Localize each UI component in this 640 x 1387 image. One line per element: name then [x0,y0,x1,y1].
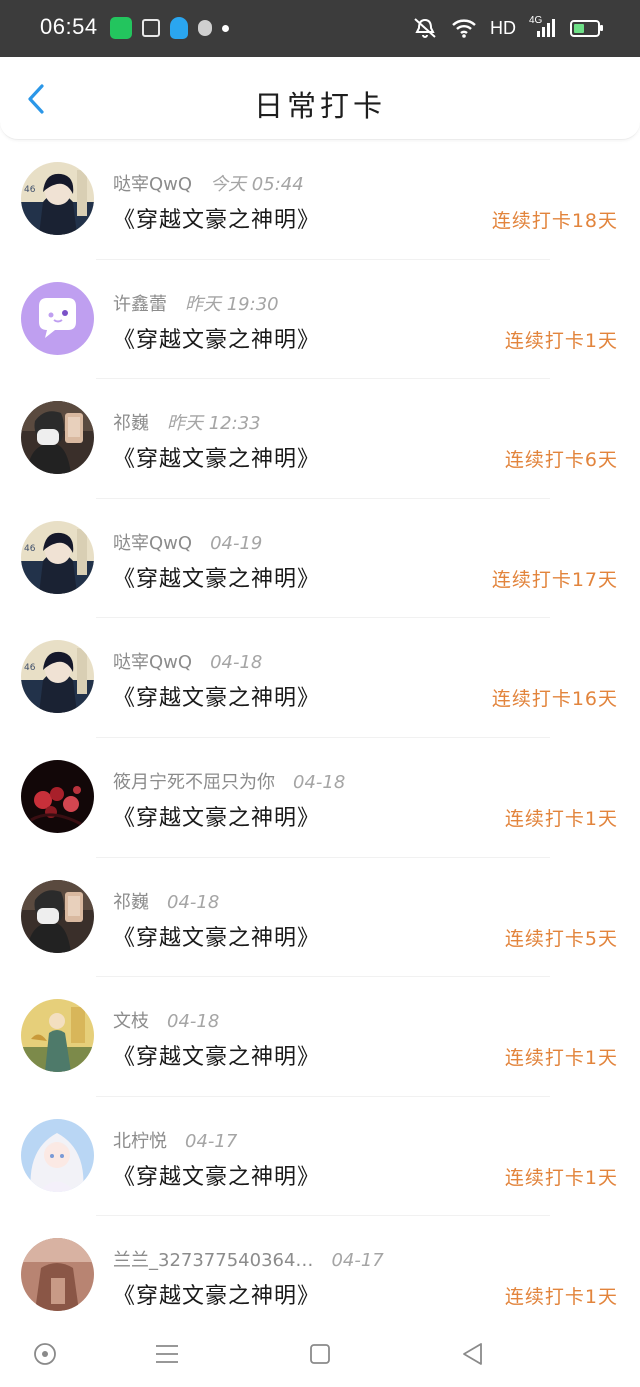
list-item[interactable]: 46 哒宰QwQ 04-19 《穿越文豪之神明》 连续打卡17天 [0,499,640,619]
streak-label: 连续打卡16天 [491,688,618,711]
book-title[interactable]: 《穿越文豪之神明》 [113,202,320,234]
status-bar: 06:54 HD 4G [0,0,640,57]
streak-label: 连续打卡1天 [504,1047,618,1070]
app-notification-icon-3 [198,20,212,36]
menu-button[interactable] [149,1336,185,1372]
book-title[interactable]: 《穿越文豪之神明》 [113,680,320,712]
user-name[interactable]: 文枝 [113,1011,149,1032]
book-title[interactable]: 《穿越文豪之神明》 [113,1039,320,1071]
avatar[interactable] [21,1238,94,1312]
wifi-icon [452,19,476,38]
list-item[interactable]: 祁巍 04-18 《穿越文豪之神明》 连续打卡5天 [0,858,640,978]
app-notification-icon-2 [142,19,160,37]
checkin-time: 04-18 [167,891,220,913]
streak-label: 连续打卡17天 [491,568,618,591]
assistant-button[interactable] [27,1336,63,1372]
svg-text:46: 46 [24,185,36,195]
streak-label: 连续打卡1天 [504,807,618,830]
list-item[interactable]: 46 哒宰QwQ 04-18 《穿越文豪之神明》 连续打卡16天 [0,618,640,738]
user-line: 文枝 04-18 [113,1007,219,1033]
avatar[interactable] [21,281,94,355]
user-line: 祁巍 04-18 [113,888,219,914]
user-name[interactable]: 许鑫蕾 [113,294,167,315]
book-title[interactable]: 《穿越文豪之神明》 [113,322,320,354]
book-title[interactable]: 《穿越文豪之神明》 [113,1278,320,1310]
avatar[interactable] [21,759,94,833]
notification-icons [110,16,229,40]
avatar[interactable] [21,1118,94,1192]
silent-bell-icon [414,18,436,38]
qq-icon [170,17,188,39]
avatar[interactable]: 46 [21,640,94,714]
user-line: 哒宰QwQ 04-18 [113,648,262,674]
app-notification-icon [110,17,132,39]
user-line: 哒宰QwQ 04-19 [113,529,262,555]
battery-icon [570,19,603,37]
checkin-time: 04-17 [331,1250,384,1272]
list-item[interactable]: 46 哒宰QwQ 今天 05:44 《穿越文豪之神明》 连续打卡18天 [0,140,640,260]
checkin-time: 04-19 [210,532,263,554]
list-item[interactable]: 北柠悦 04-17 《穿越文豪之神明》 连续打卡1天 [0,1097,640,1217]
book-title[interactable]: 《穿越文豪之神明》 [113,800,320,832]
menu-icon [156,1345,178,1363]
user-line: 筱月宁死不屈只为你 04-18 [113,768,345,794]
user-line: 兰兰_327377540364… 04-17 [113,1246,384,1272]
list-item[interactable]: 许鑫蕾 昨天 19:30 《穿越文豪之神明》 连续打卡1天 [0,260,640,380]
streak-label: 连续打卡1天 [504,1286,618,1309]
signal-icon: 4G [529,15,557,39]
book-title[interactable]: 《穿越文豪之神明》 [113,561,320,593]
svg-text:46: 46 [24,663,36,673]
list-item[interactable]: 兰兰_327377540364… 04-17 《穿越文豪之神明》 连续打卡1天 [0,1216,640,1336]
user-name[interactable]: 筱月宁死不屈只为你 [113,772,275,793]
status-time: 06:54 [40,14,98,39]
book-title[interactable]: 《穿越文豪之神明》 [113,920,320,952]
avatar[interactable]: 46 [21,162,94,235]
checkin-time: 昨天 19:30 [185,293,279,315]
app-header: 日常打卡 [0,57,640,140]
circle-dot-icon [34,1343,56,1365]
avatar[interactable] [21,999,94,1073]
list-item[interactable]: 祁巍 昨天 12:33 《穿越文豪之神明》 连续打卡6天 [0,379,640,499]
user-name[interactable]: 哒宰QwQ [113,533,192,554]
more-notifications-dot [222,24,229,32]
streak-label: 连续打卡5天 [504,927,618,950]
checkin-time: 04-17 [185,1130,238,1152]
checkin-list: 46 哒宰QwQ 今天 05:44 《穿越文豪之神明》 连续打卡18天许鑫蕾 昨天 19:… [0,140,640,1336]
user-line: 哒宰QwQ 今天 05:44 [113,170,304,196]
triangle-back-icon [463,1343,482,1365]
square-icon [310,1344,330,1364]
home-button[interactable] [302,1336,338,1372]
checkin-time: 04-18 [293,771,346,793]
page-title: 日常打卡 [253,89,386,123]
user-name[interactable]: 兰兰_327377540364… [113,1250,313,1271]
user-name[interactable]: 哒宰QwQ [113,174,192,195]
user-line: 北柠悦 04-17 [113,1127,237,1153]
system-icons: HD 4G [412,15,603,41]
user-line: 许鑫蕾 昨天 19:30 [113,290,279,316]
streak-label: 连续打卡6天 [504,449,618,472]
back-nav-button[interactable] [454,1336,490,1372]
streak-label: 连续打卡18天 [491,210,618,232]
svg-text:46: 46 [24,544,36,554]
hd-label: HD [490,17,516,38]
user-line: 祁巍 昨天 12:33 [113,409,261,435]
avatar[interactable] [21,401,94,475]
list-item[interactable]: 文枝 04-18 《穿越文豪之神明》 连续打卡1天 [0,977,640,1097]
user-name[interactable]: 祁巍 [113,892,149,913]
streak-label: 连续打卡1天 [504,329,618,352]
book-title[interactable]: 《穿越文豪之神明》 [113,1159,320,1191]
book-title[interactable]: 《穿越文豪之神明》 [113,441,320,473]
user-name[interactable]: 哒宰QwQ [113,652,192,673]
checkin-time: 今天 05:44 [210,174,304,195]
user-name[interactable]: 祁巍 [113,413,149,434]
streak-label: 连续打卡1天 [504,1166,618,1189]
checkin-time: 04-18 [210,652,263,674]
avatar[interactable]: 46 [21,520,94,594]
system-navigation-bar [0,1320,640,1387]
checkin-time: 昨天 12:33 [167,413,261,435]
user-name[interactable]: 北柠悦 [113,1131,167,1152]
list-item[interactable]: 筱月宁死不屈只为你 04-18 《穿越文豪之神明》 连续打卡1天 [0,738,640,858]
avatar[interactable] [21,879,94,953]
checkin-time: 04-18 [167,1011,220,1033]
